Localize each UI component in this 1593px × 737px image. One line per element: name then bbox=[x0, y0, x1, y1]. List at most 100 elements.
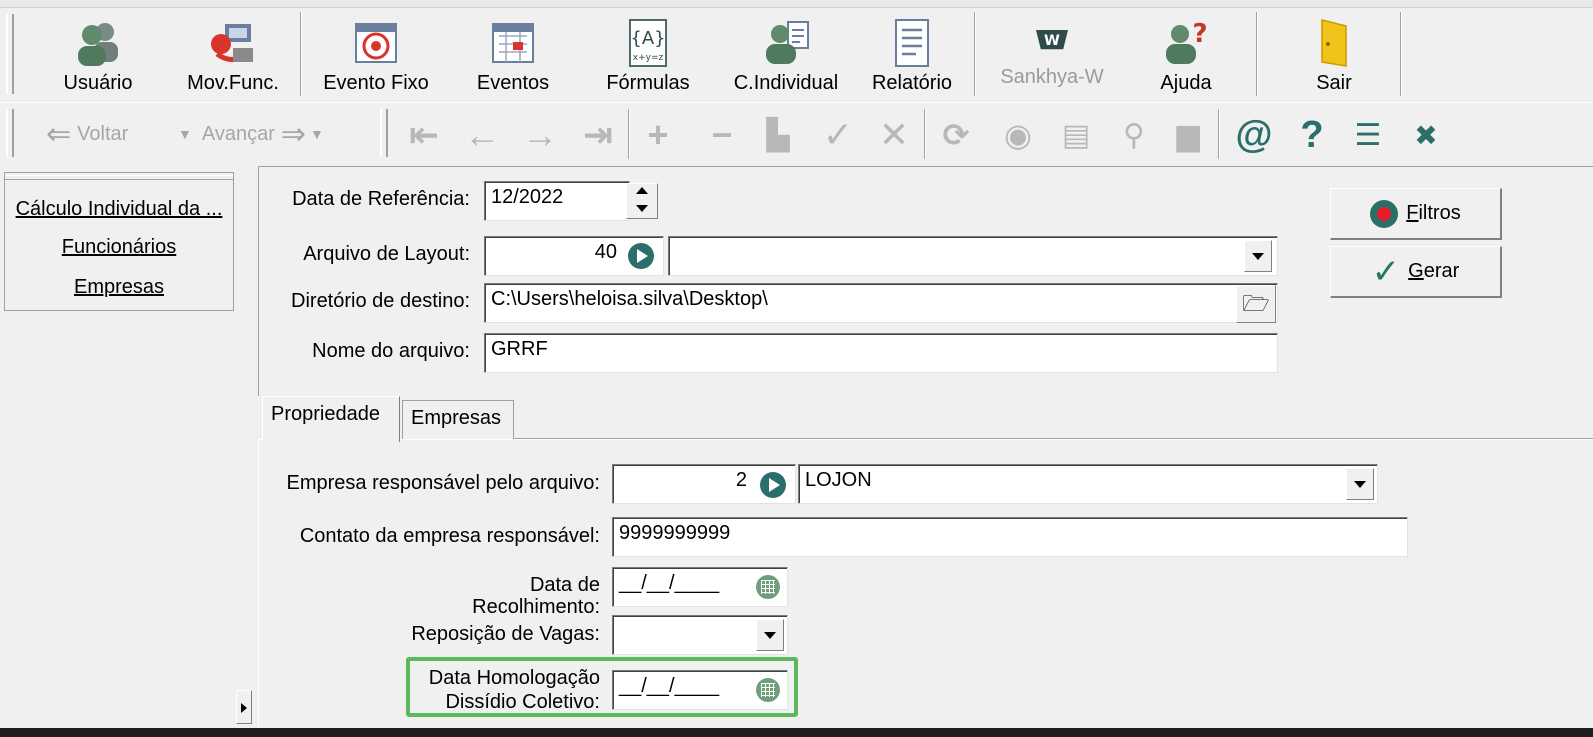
avancar-label: Avançar bbox=[201, 122, 275, 145]
eventofixo-label: Evento Fixo bbox=[323, 72, 429, 94]
toolbar-grip[interactable] bbox=[380, 109, 388, 157]
nome-arquivo-input[interactable]: GRRF bbox=[484, 333, 1278, 373]
diretorio-destino-label: Diretório de destino: bbox=[291, 290, 470, 312]
application-window: Usuário Mov.Func. Evento Fixo Eventos {A… bbox=[0, 0, 1593, 728]
calendar-icon[interactable] bbox=[756, 575, 780, 599]
main-toolbar: Usuário Mov.Func. Evento Fixo Eventos {A… bbox=[0, 8, 1593, 100]
voltar-button[interactable]: ⇐ Voltar bbox=[46, 109, 128, 159]
transfer-icon bbox=[211, 24, 253, 62]
chevron-down-icon[interactable] bbox=[1346, 468, 1374, 500]
filter-search-icon[interactable]: ☰ bbox=[1346, 113, 1390, 157]
toolbar-separator bbox=[1400, 12, 1402, 96]
gerar-button[interactable]: ✓ Gerar bbox=[1330, 246, 1502, 298]
formula-icon: {A} x+y=z bbox=[629, 19, 667, 67]
calendar-target-icon bbox=[355, 23, 397, 63]
sair-button[interactable]: Sair bbox=[1284, 8, 1384, 100]
nome-arquivo-label: Nome do arquivo: bbox=[312, 340, 470, 362]
filtros-button[interactable]: Filtros bbox=[1330, 188, 1502, 240]
cindividual-button[interactable]: C.Individual bbox=[724, 8, 848, 100]
svg-text:W: W bbox=[1044, 33, 1060, 49]
contato-empresa-label: Contato da empresa responsável: bbox=[299, 525, 600, 547]
first-record-icon[interactable]: ⇤ bbox=[402, 113, 446, 157]
toolbar-separator bbox=[924, 109, 926, 159]
usuario-label: Usuário bbox=[63, 72, 133, 94]
ajuda-button[interactable]: ? Ajuda bbox=[1136, 8, 1236, 100]
sankhyaw-button[interactable]: W Sankhya-W bbox=[990, 8, 1114, 100]
eventofixo-button[interactable]: Evento Fixo bbox=[312, 8, 440, 100]
data-referencia-spinner[interactable] bbox=[626, 183, 658, 219]
toolbar-separator bbox=[1218, 109, 1220, 159]
reposicao-vagas-label: Reposição de Vagas: bbox=[411, 623, 600, 645]
toolbar-separator bbox=[628, 109, 630, 159]
diretorio-destino-input[interactable]: C:\Users\heloisa.silva\Desktop\ bbox=[484, 283, 1278, 323]
refresh-icon[interactable]: ⟳ bbox=[934, 113, 978, 157]
toolbar-grip[interactable] bbox=[6, 14, 14, 94]
lookup-arrow-icon[interactable] bbox=[628, 243, 654, 269]
dropdown-arrow-icon: ▼ bbox=[310, 126, 324, 142]
calendar-icon bbox=[492, 23, 534, 63]
last-record-icon[interactable]: ⇥ bbox=[576, 113, 620, 157]
tab-propriedade[interactable]: Propriedade bbox=[262, 396, 400, 442]
usuario-button[interactable]: Usuário bbox=[50, 8, 146, 100]
tab-empresas[interactable]: Empresas bbox=[402, 400, 514, 440]
data-referencia-input[interactable]: 12/2022 bbox=[484, 181, 630, 221]
arquivo-layout-label: Arquivo de Layout: bbox=[303, 243, 470, 265]
sankhya-logo-icon: W bbox=[1036, 30, 1068, 50]
formulas-button[interactable]: {A} x+y=z Fórmulas bbox=[594, 8, 702, 100]
navigation-toolbar: ⇐ Voltar ▼ Avançar ⇒ ▼ ⇤ ← → ⇥ + − ▙ ✓ ✕… bbox=[0, 102, 1593, 164]
tab-strip: Propriedade Empresas bbox=[258, 396, 1593, 442]
relatorio-label: Relatório bbox=[871, 72, 953, 94]
eventos-button[interactable]: Eventos bbox=[460, 8, 566, 100]
sidebar-divider bbox=[5, 172, 233, 176]
panel-splitter[interactable] bbox=[236, 690, 252, 724]
help-icon[interactable]: ? bbox=[1290, 113, 1334, 157]
cindividual-label: C.Individual bbox=[733, 72, 839, 94]
spin-down-icon[interactable] bbox=[627, 201, 657, 218]
sair-label: Sair bbox=[1316, 72, 1352, 94]
email-icon[interactable]: @ bbox=[1232, 113, 1276, 157]
next-record-icon[interactable]: → bbox=[518, 113, 562, 157]
ajuda-label: Ajuda bbox=[1160, 72, 1212, 94]
gerar-label: Gerar bbox=[1408, 260, 1460, 282]
copy-record-icon[interactable]: ▙ bbox=[756, 113, 800, 157]
sidebar-item-empresas[interactable]: Empresas bbox=[5, 276, 233, 299]
relatorio-button[interactable]: Relatório bbox=[862, 8, 962, 100]
movfunc-label: Mov.Func. bbox=[187, 72, 279, 94]
data-referencia-label: Data de Referência: bbox=[292, 188, 470, 210]
lookup-arrow-icon[interactable] bbox=[760, 472, 786, 498]
filtros-label: Filtros bbox=[1406, 202, 1461, 224]
svg-text:{A}: {A} bbox=[630, 28, 665, 49]
previous-record-icon[interactable]: ← bbox=[460, 113, 504, 157]
empresa-name-select[interactable]: LOJON bbox=[798, 464, 1378, 504]
avancar-button[interactable]: ▼ Avançar ⇒ ▼ bbox=[178, 109, 324, 159]
search-icon[interactable]: ⚲ bbox=[1112, 113, 1156, 157]
folder-open-icon[interactable]: 🗁 bbox=[1236, 285, 1276, 323]
toolbar-grip[interactable] bbox=[6, 109, 14, 157]
confirm-icon[interactable]: ✓ bbox=[816, 113, 860, 157]
spin-up-icon[interactable] bbox=[627, 184, 657, 201]
users-icon bbox=[78, 23, 118, 66]
grid-icon[interactable]: ▤ bbox=[1054, 113, 1098, 157]
add-record-icon[interactable]: + bbox=[636, 113, 680, 157]
cancel-icon[interactable]: ✕ bbox=[872, 113, 916, 157]
play-circle-icon[interactable]: ◉ bbox=[996, 113, 1040, 157]
contato-empresa-input[interactable]: 9999999999 bbox=[612, 517, 1408, 557]
export-excel-icon[interactable]: ✖ bbox=[1404, 113, 1448, 157]
printer-icon[interactable]: ▆ bbox=[1166, 113, 1210, 157]
chevron-down-icon[interactable] bbox=[1244, 240, 1272, 272]
arrow-left-icon: ⇐ bbox=[46, 117, 72, 151]
empresa-responsavel-label: Empresa responsável pelo arquivo: bbox=[286, 472, 600, 494]
chevron-down-icon[interactable] bbox=[756, 619, 784, 651]
sidebar-item-funcionarios[interactable]: Funcionários bbox=[5, 236, 233, 259]
sidebar-item-calculo-individual[interactable]: Cálculo Individual da ... bbox=[5, 198, 233, 221]
arquivo-layout-select[interactable] bbox=[668, 236, 1278, 276]
svg-text:x+y=z: x+y=z bbox=[633, 53, 664, 63]
formulas-label: Fórmulas bbox=[606, 72, 690, 94]
highlight-box bbox=[406, 657, 798, 717]
toolbar-separator bbox=[300, 12, 302, 96]
remove-record-icon[interactable]: − bbox=[700, 113, 744, 157]
movfunc-button[interactable]: Mov.Func. bbox=[178, 8, 288, 100]
data-recolhimento-label: Data de Recolhimento: bbox=[472, 574, 600, 618]
dropdown-arrow-icon: ▼ bbox=[178, 126, 192, 142]
sankhyaw-label: Sankhya-W bbox=[1000, 66, 1104, 88]
